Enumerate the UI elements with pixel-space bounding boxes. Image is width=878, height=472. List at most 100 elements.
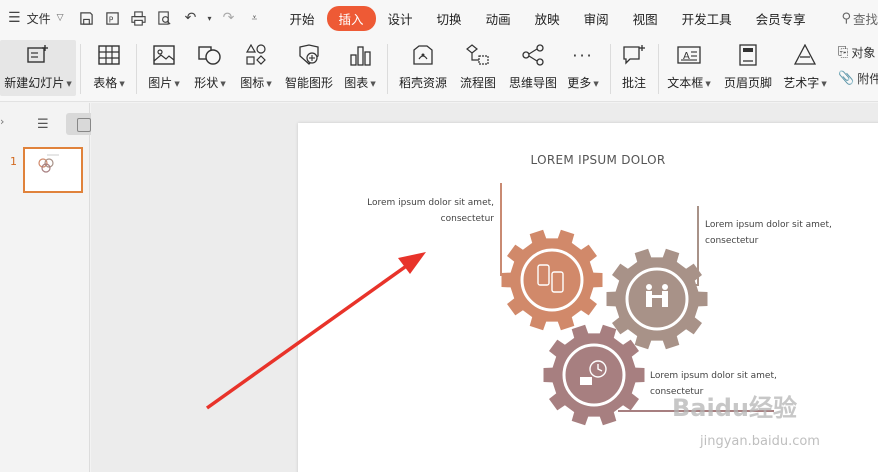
tab-view[interactable]: 视图	[621, 6, 670, 31]
dropdown-arrow-icon: ▼	[370, 79, 376, 88]
table-label: 表格	[93, 76, 118, 90]
quick-access-toolbar: P ↶ ▾ ↷ ⩡	[72, 7, 266, 29]
search-icon: ⚲	[841, 10, 851, 26]
gear-handshake-icon[interactable]	[606, 248, 708, 350]
thumbnail-preview	[38, 154, 59, 173]
flowchart-label: 流程图	[459, 76, 496, 90]
tab-review[interactable]: 审阅	[572, 6, 621, 31]
attachment-button[interactable]: 📎 附件	[838, 70, 878, 87]
icon-button[interactable]: 图标 ▼	[236, 40, 276, 96]
dropdown-arrow-icon: ▼	[174, 79, 180, 88]
paperclip-icon: 📎	[838, 71, 855, 86]
attachment-label: 附件	[857, 72, 878, 86]
shape-icon	[197, 42, 223, 68]
comment-label: 批注	[621, 76, 646, 90]
expand-panel-icon[interactable]: ›	[0, 115, 4, 128]
textbox-icon: A	[676, 42, 702, 68]
export-pdf-icon[interactable]: P	[102, 7, 124, 29]
shape-label: 形状	[194, 76, 219, 90]
tab-design[interactable]: 设计	[376, 6, 425, 31]
wordart-button[interactable]: 艺术字 ▼	[780, 40, 830, 96]
slide-number: 1	[10, 155, 17, 168]
undo-dropdown-icon[interactable]: ▾	[206, 7, 214, 29]
new-slide-label: 新建幻灯片	[4, 76, 65, 90]
watermark-logo: Baidu经验	[672, 394, 797, 422]
thumbnail-view-icon[interactable]	[66, 113, 94, 135]
docer-icon	[410, 42, 436, 68]
tab-slideshow[interactable]: 放映	[523, 6, 572, 31]
icons-library-icon	[243, 42, 269, 68]
redo-icon[interactable]: ↷	[218, 7, 240, 29]
header-footer-icon	[735, 42, 761, 68]
dropdown-arrow-icon: ▼	[821, 79, 827, 88]
search-box[interactable]: ⚲ 查找	[841, 9, 878, 28]
ribbon-divider	[387, 44, 388, 94]
tab-transitions[interactable]: 切换	[425, 6, 474, 31]
wordart-icon	[792, 42, 818, 68]
more-button[interactable]: ··· 更多 ▼	[564, 40, 602, 96]
mindmap-label: 思维导图	[508, 76, 557, 90]
outline-view-icon[interactable]: ☰	[37, 117, 49, 132]
ribbon-tabs: 开始 插入 设计 切换 动画 放映 审阅 视图 开发工具 会员专享	[278, 5, 818, 31]
tab-member[interactable]: 会员专享	[744, 6, 818, 31]
mindmap-icon	[520, 42, 546, 68]
table-button[interactable]: 表格 ▼	[90, 40, 128, 96]
chevron-down-icon: ▽	[56, 13, 64, 23]
dropdown-arrow-icon: ▼	[593, 79, 599, 88]
ribbon-divider	[610, 44, 611, 94]
table-icon	[96, 42, 122, 68]
undo-icon[interactable]: ↶	[180, 7, 202, 29]
shape-button[interactable]: 形状 ▼	[190, 40, 230, 96]
smart-art-label: 智能图形	[284, 76, 333, 90]
picture-icon	[151, 42, 177, 68]
docer-resources-button[interactable]: 稻壳资源	[396, 40, 450, 96]
menu-bar: ☰ 文件 ▽ P ↶ ▾ ↷ ⩡ 开始 插入 设计 切换 动画 放映 审阅 视图…	[0, 0, 878, 36]
docer-label: 稻壳资源	[398, 76, 447, 90]
comment-icon	[621, 42, 647, 68]
print-icon[interactable]	[128, 7, 150, 29]
save-icon[interactable]	[76, 7, 98, 29]
tab-home[interactable]: 开始	[278, 6, 327, 31]
ribbon-divider	[136, 44, 137, 94]
object-icon: ⎘	[838, 45, 849, 60]
file-menu[interactable]: ☰ 文件 ▽	[0, 0, 72, 36]
picture-label: 图片	[148, 76, 173, 90]
smart-art-icon	[296, 42, 322, 68]
picture-button[interactable]: 图片 ▼	[144, 40, 184, 96]
print-preview-icon[interactable]	[154, 7, 176, 29]
hamburger-icon: ☰	[8, 10, 21, 26]
new-slide-button[interactable]: 新建幻灯片 ▼	[0, 40, 76, 96]
object-label: 对象	[851, 46, 876, 60]
flowchart-icon	[465, 42, 491, 68]
textbox-button[interactable]: A 文本框 ▼	[664, 40, 714, 96]
ribbon-divider	[658, 44, 659, 94]
tab-developer[interactable]: 开发工具	[670, 6, 744, 31]
chart-button[interactable]: 图表 ▼	[340, 40, 380, 96]
slide-thumbnail-panel: › ☰ 1	[0, 103, 94, 472]
header-footer-label: 页眉页脚	[723, 76, 772, 90]
more-label: 更多	[567, 76, 592, 90]
wordart-label: 艺术字	[783, 76, 820, 90]
svg-text:P: P	[109, 15, 114, 24]
chart-icon	[347, 42, 373, 68]
slide-thumbnail[interactable]	[23, 147, 83, 193]
search-label: 查找	[852, 11, 878, 27]
dropdown-arrow-icon: ▼	[705, 79, 711, 88]
comment-button[interactable]: 批注	[616, 40, 652, 96]
header-footer-button[interactable]: 页眉页脚	[720, 40, 776, 96]
smart-art-button[interactable]: 智能图形	[282, 40, 336, 96]
new-slide-icon	[25, 42, 51, 68]
gear-shape	[606, 248, 708, 350]
dropdown-arrow-icon: ▼	[266, 79, 272, 88]
tab-animations[interactable]: 动画	[474, 6, 523, 31]
flowchart-button[interactable]: 流程图	[456, 40, 500, 96]
customize-toolbar-icon[interactable]: ⩡	[244, 7, 266, 29]
mindmap-button[interactable]: 思维导图	[506, 40, 560, 96]
textbox-label: 文本框	[667, 76, 704, 90]
object-button[interactable]: ⎘ 对象	[838, 44, 875, 61]
dropdown-arrow-icon: ▼	[66, 79, 72, 88]
dropdown-arrow-icon: ▼	[220, 79, 226, 88]
file-menu-label: 文件	[26, 11, 51, 26]
tab-insert[interactable]: 插入	[326, 5, 376, 31]
watermark-url: jingyan.baidu.com	[700, 434, 820, 449]
